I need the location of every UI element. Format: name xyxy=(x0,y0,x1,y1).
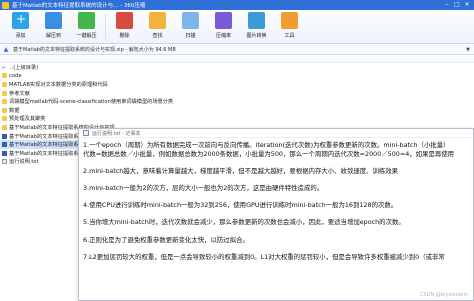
close-button[interactable]: ✕ xyxy=(462,0,472,10)
doc-icon xyxy=(2,150,7,156)
file-name: 参考文献 xyxy=(9,90,30,97)
file-name: 预处理及其聚类 xyxy=(9,116,46,123)
list-item[interactable]: 词袋模型matlab代码-scene-classification使用单词袋模型… xyxy=(0,97,474,106)
one-click-extract-label: 一键解压 xyxy=(76,33,97,39)
delete-button[interactable]: 删除 xyxy=(108,10,141,42)
file-name: ..(上级目录) xyxy=(10,64,39,71)
archive-path: 基于Matlab的文本特征提取系统的设计与实现.zip - 解包大小为 94.6… xyxy=(13,47,176,53)
add-button[interactable]: 添加 xyxy=(4,10,37,42)
folder-icon xyxy=(2,124,7,130)
toolbar: 添加 解压到 一键解压 删除 查找 扫描 压缩率 图片转换 工具 xyxy=(0,10,474,44)
ratio-label: 压缩率 xyxy=(215,33,231,39)
add-icon xyxy=(12,12,29,29)
image-convert-button[interactable]: 图片转换 xyxy=(240,10,273,42)
text-line: 7.L2更加惩罚较大的权重，但是一点会导致较小的权重减到0。L1对大权重的惩罚较… xyxy=(83,252,445,261)
notepad-icon xyxy=(83,130,89,136)
address-bar[interactable]: ▲ 基于Matlab的文本特征提取系统的设计与实现.zip - 解包大小为 94… xyxy=(0,45,474,55)
one-click-extract-icon xyxy=(78,12,95,29)
file-name: 运行说明.txt xyxy=(9,159,39,166)
text-line: 4.使用CPU进行训练时mini-batch一般为32到256，使用GPU进行训… xyxy=(83,201,398,210)
tools-icon xyxy=(281,12,298,29)
app-logo-icon xyxy=(2,1,9,9)
doc-icon xyxy=(2,133,7,139)
text-line: 6.正则化是为了避免权重参数更新变化太快，以防过拟合。 xyxy=(83,235,249,244)
image-convert-label: 图片转换 xyxy=(246,33,267,39)
find-icon xyxy=(149,12,166,29)
scan-label: 扫描 xyxy=(185,33,196,39)
folder-icon xyxy=(2,81,7,87)
file-name: 数据 xyxy=(9,107,20,114)
text-line: 3.mini-batch一般为2的次方，层的大小一般也为2的次方，这是由硬件特性… xyxy=(83,183,324,192)
file-name: code xyxy=(9,72,22,79)
list-item[interactable]: ← ..(上级目录) xyxy=(0,63,474,72)
minimize-button[interactable]: – xyxy=(442,0,452,10)
up-arrow-icon[interactable]: ▲ xyxy=(2,46,10,54)
watermark: CSDN @biyezuopin xyxy=(419,292,468,298)
ratio-icon xyxy=(215,12,232,29)
text-line: 代数=数据总数／小批量，例如数据总数为2000条数据，小批量为500，那么一个周… xyxy=(83,149,455,158)
text-line: 1.一个epoch（周期）为所有数据完成一次前向与反向传播。iteration(… xyxy=(83,141,450,149)
doc-icon xyxy=(2,142,7,148)
extract-to-button[interactable]: 解压到 xyxy=(37,10,70,42)
maximize-button[interactable]: □ xyxy=(452,0,462,10)
notepad-text-area[interactable]: 1.一个epoch（周期）为所有数据完成一次前向与反向传播。iteration(… xyxy=(79,138,473,261)
list-item[interactable]: 参考文献 xyxy=(0,89,474,98)
list-item[interactable]: 预处理及其聚类 xyxy=(0,115,474,124)
one-click-extract-button[interactable]: 一键解压 xyxy=(70,10,103,42)
delete-icon xyxy=(116,12,133,29)
text-line: 5.当你增大mini-batch时，迭代次数就会减少，那么参数更新的次数也会减小… xyxy=(83,218,405,227)
file-name: MATLAB实现对文本数据分类的原理和代码 xyxy=(9,81,108,88)
file-name: 词袋模型matlab代码-scene-classification使用单词袋模型… xyxy=(9,99,174,106)
text-line: 2.mini-batch越大，意味着计算量越大，梯度越平滑，但不是越大越好，要根… xyxy=(83,166,399,175)
notepad-title: 运行说明.txt - 记事本 xyxy=(92,130,141,137)
window-title: 基于Matlab的文本特征提取系统的设计与... - 360压缩 xyxy=(12,3,146,9)
scan-icon xyxy=(182,12,199,29)
list-item[interactable]: 数据 xyxy=(0,106,474,115)
txt-icon xyxy=(2,159,7,165)
title-bar: 基于Matlab的文本特征提取系统的设计与... - 360压缩 – □ ✕ xyxy=(0,0,474,10)
list-item[interactable]: MATLAB实现对文本数据分类的原理和代码 xyxy=(0,80,474,89)
folder-icon xyxy=(2,99,7,105)
window-controls: – □ ✕ xyxy=(442,0,472,10)
add-label: 添加 xyxy=(15,33,26,39)
image-convert-icon xyxy=(248,12,265,29)
extract-icon xyxy=(45,12,62,29)
notepad-title-bar: 运行说明.txt - 记事本 xyxy=(79,129,473,138)
toolbar-divider xyxy=(105,14,106,40)
delete-label: 删除 xyxy=(119,33,130,39)
up-icon: ← xyxy=(2,64,7,71)
ratio-button[interactable]: 压缩率 xyxy=(207,10,240,42)
find-button[interactable]: 查找 xyxy=(141,10,174,42)
extract-to-label: 解压到 xyxy=(45,33,61,39)
folder-icon xyxy=(2,90,7,96)
chevron-down-icon[interactable]: ▼ xyxy=(466,47,470,53)
tools-label: 工具 xyxy=(284,33,295,39)
notepad-window: 运行说明.txt - 记事本 1.一个epoch（周期）为所有数据完成一次前向与… xyxy=(78,128,474,301)
tools-button[interactable]: 工具 xyxy=(273,10,306,42)
scan-button[interactable]: 扫描 xyxy=(174,10,207,42)
folder-icon xyxy=(2,73,7,79)
folder-icon xyxy=(2,107,7,113)
folder-icon xyxy=(2,116,7,122)
column-header xyxy=(0,56,474,63)
list-item[interactable]: code xyxy=(0,72,474,81)
find-label: 查找 xyxy=(152,33,163,39)
